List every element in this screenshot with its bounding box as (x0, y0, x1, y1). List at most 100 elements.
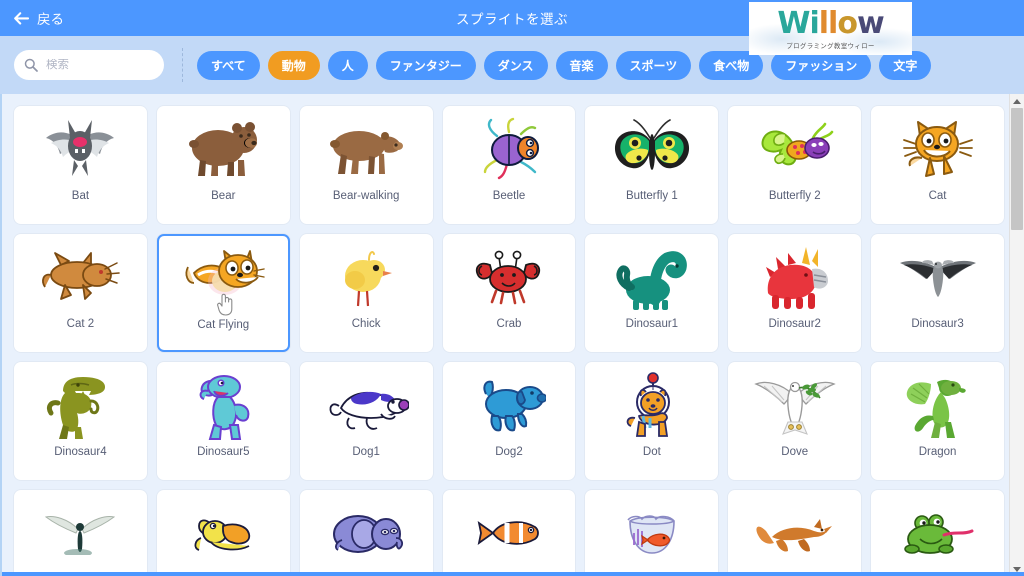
category-tab-動物[interactable]: 動物 (267, 50, 320, 80)
scrollbar-track[interactable] (1010, 108, 1024, 562)
sprite-card-dot[interactable]: Dot (585, 362, 719, 480)
sprite-label: Dinosaur2 (768, 318, 821, 330)
sprite-card-beetle[interactable]: Beetle (442, 106, 576, 224)
sprite-card-fish[interactable]: Fish (442, 490, 576, 576)
fox-icon (729, 491, 860, 575)
search-box[interactable] (14, 50, 164, 80)
sprite-label: Dot (642, 446, 661, 458)
sprite-label: Dog2 (495, 446, 523, 458)
sprite-card-duck[interactable]: Duck (156, 490, 290, 576)
watermark-letter-w-last: w (856, 6, 885, 41)
search-icon (24, 58, 38, 72)
bear-icon (158, 107, 289, 191)
cat-2-icon (15, 235, 146, 319)
sprite-label: Dinosaur4 (54, 446, 107, 458)
sprite-label: Butterfly 1 (625, 190, 678, 202)
search-input[interactable] (46, 59, 146, 71)
category-tab-音楽[interactable]: 音楽 (555, 50, 608, 80)
category-tab-スポーツ[interactable]: スポーツ (615, 50, 692, 80)
dragonfly-icon (15, 491, 146, 575)
sprite-card-cat-2[interactable]: Cat 2 (14, 234, 147, 352)
sprite-grid: Bat Bear Bear-walking Beetle Butterfly 1… (2, 94, 1024, 576)
sprite-card-dragonfly[interactable]: Dragonfly (14, 490, 147, 576)
fishbowl-icon (586, 491, 717, 575)
dog-1-icon (301, 363, 432, 447)
sprite-label: Cat Flying (197, 319, 250, 331)
duck-icon (158, 491, 289, 575)
bottom-accent-strip (2, 572, 1024, 576)
sprite-label: Chick (351, 318, 381, 330)
sprite-label: Butterfly 2 (768, 190, 821, 202)
category-tab-人[interactable]: 人 (327, 50, 368, 80)
watermark-letter-i: i (809, 6, 819, 41)
elephant-icon (301, 491, 432, 575)
sprite-card-butterfly-2[interactable]: Butterfly 2 (728, 106, 862, 224)
dinosaur-5-icon (158, 363, 289, 447)
sprite-card-bear-walking[interactable]: Bear-walking (299, 106, 433, 224)
sprite-card-dog2[interactable]: Dog2 (442, 362, 576, 480)
watermark-letter-ll: ll (818, 6, 839, 41)
sprite-card-dragon[interactable]: Dragon (871, 362, 1004, 480)
sprite-card-fishbowl[interactable]: Fishbowl (585, 490, 719, 576)
sprite-card-dinosaur3[interactable]: Dinosaur3 (871, 234, 1004, 352)
sprite-grid-area: Bat Bear Bear-walking Beetle Butterfly 1… (0, 94, 1024, 576)
sprite-label: Cat 2 (66, 318, 95, 330)
crab-icon (444, 235, 575, 319)
cat-icon (872, 107, 1003, 191)
chick-icon (301, 235, 432, 319)
willow-logo-watermark: Willow プログラミング教室ウィロー (749, 2, 912, 55)
back-label: 戻る (37, 12, 64, 27)
sprite-card-bear[interactable]: Bear (156, 106, 290, 224)
sprite-card-chick[interactable]: Chick (299, 234, 433, 352)
dinosaur-2-icon (729, 235, 860, 319)
butterfly-2-icon (729, 107, 860, 191)
back-button[interactable]: 戻る (14, 8, 64, 28)
sprite-card-fox[interactable]: Fox (728, 490, 862, 576)
dove-icon (729, 363, 860, 447)
sprite-label: Bear (211, 190, 236, 202)
sprite-card-dinosaur2[interactable]: Dinosaur2 (728, 234, 862, 352)
sprite-label: Dinosaur1 (625, 318, 679, 330)
bear-walking-icon (301, 107, 432, 191)
sprite-card-dinosaur4[interactable]: Dinosaur4 (14, 362, 147, 480)
watermark-letter-o: o (837, 6, 858, 41)
sprite-card-cat-flying[interactable]: Cat Flying (156, 234, 290, 352)
sprite-card-cat[interactable]: Cat (871, 106, 1004, 224)
dog-2-icon (444, 363, 575, 447)
dinosaur-3-icon (872, 235, 1003, 319)
sprite-label: Cat (928, 190, 947, 202)
sprite-card-butterfly-1[interactable]: Butterfly 1 (585, 106, 719, 224)
frog-icon (872, 491, 1003, 575)
sprite-label: Dinosaur5 (197, 446, 250, 458)
category-tab-ファンタジー[interactable]: ファンタジー (375, 50, 476, 80)
beetle-icon (444, 107, 575, 191)
watermark-wordmark: Willow (777, 6, 885, 41)
scroll-up-arrow-icon[interactable] (1010, 94, 1024, 108)
sprite-label: Dove (781, 446, 809, 458)
dragon-icon (872, 363, 1003, 447)
sprite-label: Bear-walking (332, 190, 400, 202)
dinosaur-1-icon (586, 235, 717, 319)
sprite-card-elephant[interactable]: Elephant (299, 490, 433, 576)
sprite-label: Dragon (918, 446, 957, 458)
sprite-card-dinosaur5[interactable]: Dinosaur5 (156, 362, 290, 480)
sprite-label: Beetle (492, 190, 526, 202)
vertical-scrollbar[interactable] (1009, 94, 1024, 576)
sprite-card-frog[interactable]: Frog (871, 490, 1004, 576)
watermark-subtitle: プログラミング教室ウィロー (786, 43, 875, 50)
dot-icon (586, 363, 717, 447)
sprite-card-crab[interactable]: Crab (442, 234, 576, 352)
sprite-card-dog1[interactable]: Dog1 (299, 362, 433, 480)
arrow-left-icon (14, 11, 30, 25)
sprite-card-dove[interactable]: Dove (728, 362, 862, 480)
cat-flying-icon (159, 236, 288, 320)
sprite-label: Bat (71, 190, 90, 202)
sprite-card-dinosaur1[interactable]: Dinosaur1 (585, 234, 719, 352)
category-tab-すべて[interactable]: すべて (197, 50, 260, 80)
category-tab-ダンス[interactable]: ダンス (483, 50, 548, 80)
scrollbar-thumb[interactable] (1011, 108, 1023, 230)
fish-icon (444, 491, 575, 575)
sprite-card-bat[interactable]: Bat (14, 106, 147, 224)
dinosaur-4-icon (15, 363, 146, 447)
butterfly-1-icon (586, 107, 717, 191)
